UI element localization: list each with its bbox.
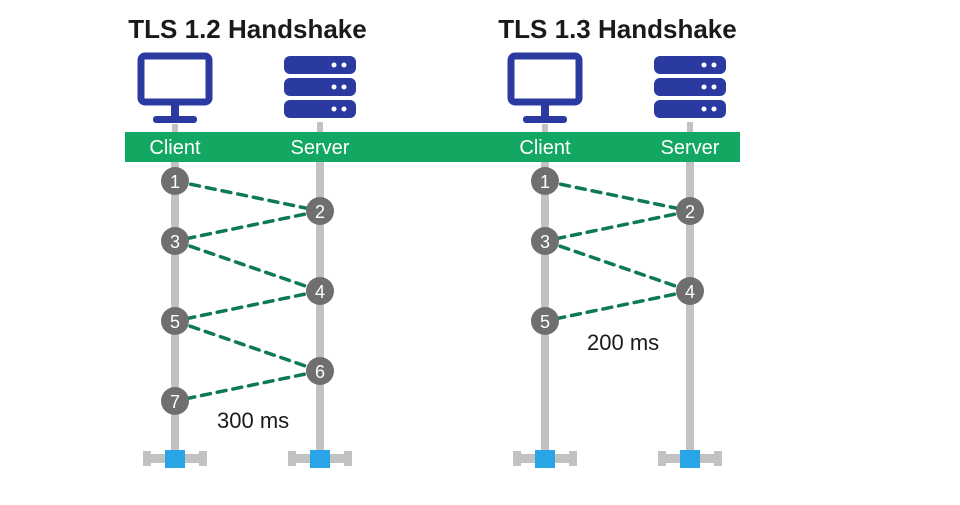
- step-node-7: 7: [161, 387, 189, 415]
- server-rack-icon: [284, 56, 356, 118]
- handshake-arrow: [545, 241, 690, 291]
- svg-text:5: 5: [540, 312, 550, 332]
- svg-text:2: 2: [315, 202, 325, 222]
- handshake-arrow: [175, 291, 320, 321]
- timeline-end-cap: [513, 450, 577, 468]
- svg-text:4: 4: [685, 282, 695, 302]
- svg-text:3: 3: [540, 232, 550, 252]
- handshake-arrow: [545, 291, 690, 321]
- client-label: Client: [519, 137, 571, 159]
- step-node-1: 1: [161, 167, 189, 195]
- tls-handshake-diagram: TLS 1.2 Handshake Client Server 1 2 3 4 5 6 7 300 …: [0, 0, 960, 505]
- handshake-arrow: [545, 181, 690, 211]
- handshake-arrow: [175, 211, 320, 241]
- role-bar: [125, 132, 740, 162]
- svg-text:5: 5: [170, 312, 180, 332]
- handshake-arrow: [175, 241, 320, 291]
- svg-text:2: 2: [685, 202, 695, 222]
- server-stem: [317, 122, 323, 132]
- handshake-arrow: [175, 181, 320, 211]
- step-node-4: 4: [676, 277, 704, 305]
- client-stem: [542, 124, 548, 132]
- timeline-end-cap: [288, 450, 352, 468]
- server-rack-icon: [654, 56, 726, 118]
- svg-text:1: 1: [540, 172, 550, 192]
- timeline-end-cap: [143, 450, 207, 468]
- server-stem: [687, 122, 693, 132]
- latency-tls13: 200 ms: [587, 330, 659, 355]
- svg-text:6: 6: [315, 362, 325, 382]
- latency-tls12: 300 ms: [217, 408, 289, 433]
- title-tls13: TLS 1.3 Handshake: [498, 14, 736, 44]
- step-node-6: 6: [306, 357, 334, 385]
- svg-text:3: 3: [170, 232, 180, 252]
- timeline-end-cap: [658, 450, 722, 468]
- svg-text:7: 7: [170, 392, 180, 412]
- handshake-arrow: [545, 211, 690, 241]
- handshake-arrow: [175, 321, 320, 371]
- step-node-5: 5: [531, 307, 559, 335]
- step-node-2: 2: [306, 197, 334, 225]
- client-monitor-icon: [511, 56, 579, 123]
- svg-text:4: 4: [315, 282, 325, 302]
- client-monitor-icon: [141, 56, 209, 123]
- server-label: Server: [291, 137, 350, 159]
- step-node-5: 5: [161, 307, 189, 335]
- svg-text:1: 1: [170, 172, 180, 192]
- title-tls12: TLS 1.2 Handshake: [128, 14, 366, 44]
- client-label: Client: [149, 137, 201, 159]
- client-stem: [172, 124, 178, 132]
- handshake-arrow: [175, 371, 320, 401]
- step-node-4: 4: [306, 277, 334, 305]
- server-label: Server: [661, 137, 720, 159]
- step-node-2: 2: [676, 197, 704, 225]
- step-node-3: 3: [161, 227, 189, 255]
- step-node-1: 1: [531, 167, 559, 195]
- step-node-3: 3: [531, 227, 559, 255]
